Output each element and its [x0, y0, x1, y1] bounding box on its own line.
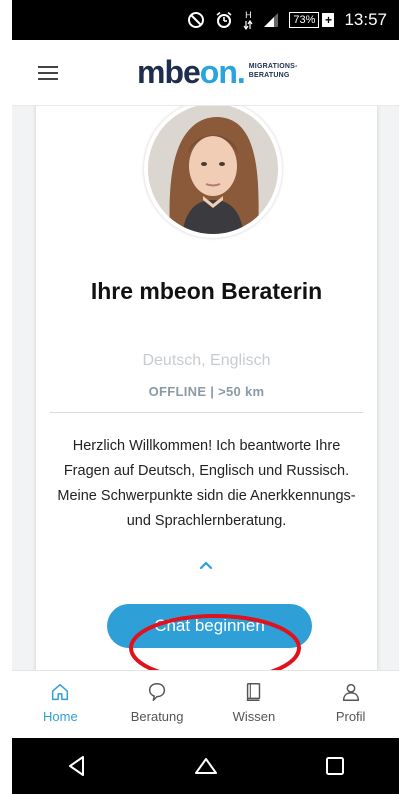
nav-profil[interactable]: Profil	[311, 671, 391, 724]
clock: 13:57	[344, 10, 387, 29]
screen-margin-left	[0, 0, 12, 794]
advisor-status: OFFLINE | >50 km	[148, 384, 265, 399]
charging-icon: +	[322, 13, 335, 27]
bottom-navigation: Home Beratung Wissen Profil	[12, 670, 399, 739]
home-button-icon[interactable]	[193, 753, 219, 779]
nav-home[interactable]: Home	[20, 671, 100, 724]
network-type-label: H	[245, 9, 252, 20]
screen-margin-right	[399, 0, 411, 794]
main-content[interactable]: Ihre mbeon Beraterin Deutsch, Englisch O…	[12, 106, 399, 670]
advisor-title: Ihre mbeon Beraterin	[90, 278, 323, 304]
alarm-icon	[215, 11, 233, 29]
battery-indicator: 73% +	[289, 12, 335, 28]
battery-percent: 73%	[289, 12, 320, 28]
nav-wissen-label: Wissen	[232, 709, 276, 724]
book-icon	[246, 683, 261, 701]
divider	[50, 412, 363, 413]
nav-beratung-label: Beratung	[130, 709, 184, 724]
advisor-languages: Deutsch, Englisch	[142, 352, 271, 369]
system-navigation-bar	[12, 738, 399, 794]
chat-start-button[interactable]: Chat beginnen	[107, 604, 312, 648]
nav-wissen[interactable]: Wissen	[214, 671, 294, 724]
advisor-description: Herzlich Willkommen! Ich beantworte Ihre…	[57, 438, 356, 529]
chevron-up-icon[interactable]	[195, 558, 217, 572]
advisor-photo	[148, 106, 278, 234]
advisor-card: Ihre mbeon Beraterin Deutsch, Englisch O…	[36, 106, 377, 670]
app-header: mbeon. MIGRATIONS- BERATUNG	[12, 40, 399, 106]
chat-bubble-icon	[149, 683, 166, 701]
nav-profil-label: Profil	[335, 709, 366, 724]
signal-icon	[263, 12, 279, 28]
nav-beratung[interactable]: Beratung	[117, 671, 197, 724]
status-bar: H 73% + 13:57	[12, 0, 399, 40]
logo-wordmark: mbeon.	[137, 54, 246, 90]
nav-home-label: Home	[43, 709, 78, 724]
logo-subtitle: MIGRATIONS- BERATUNG	[248, 63, 298, 79]
network-h-icon: H	[243, 9, 253, 30]
mbeon-logo: mbeon. MIGRATIONS- BERATUNG	[137, 56, 298, 88]
menu-icon[interactable]	[38, 62, 62, 82]
back-icon[interactable]	[64, 753, 90, 779]
home-icon	[52, 683, 69, 701]
do-not-disturb-icon	[187, 11, 205, 29]
advisor-avatar	[144, 106, 282, 238]
recent-apps-icon[interactable]	[322, 753, 348, 779]
person-icon	[342, 683, 359, 701]
